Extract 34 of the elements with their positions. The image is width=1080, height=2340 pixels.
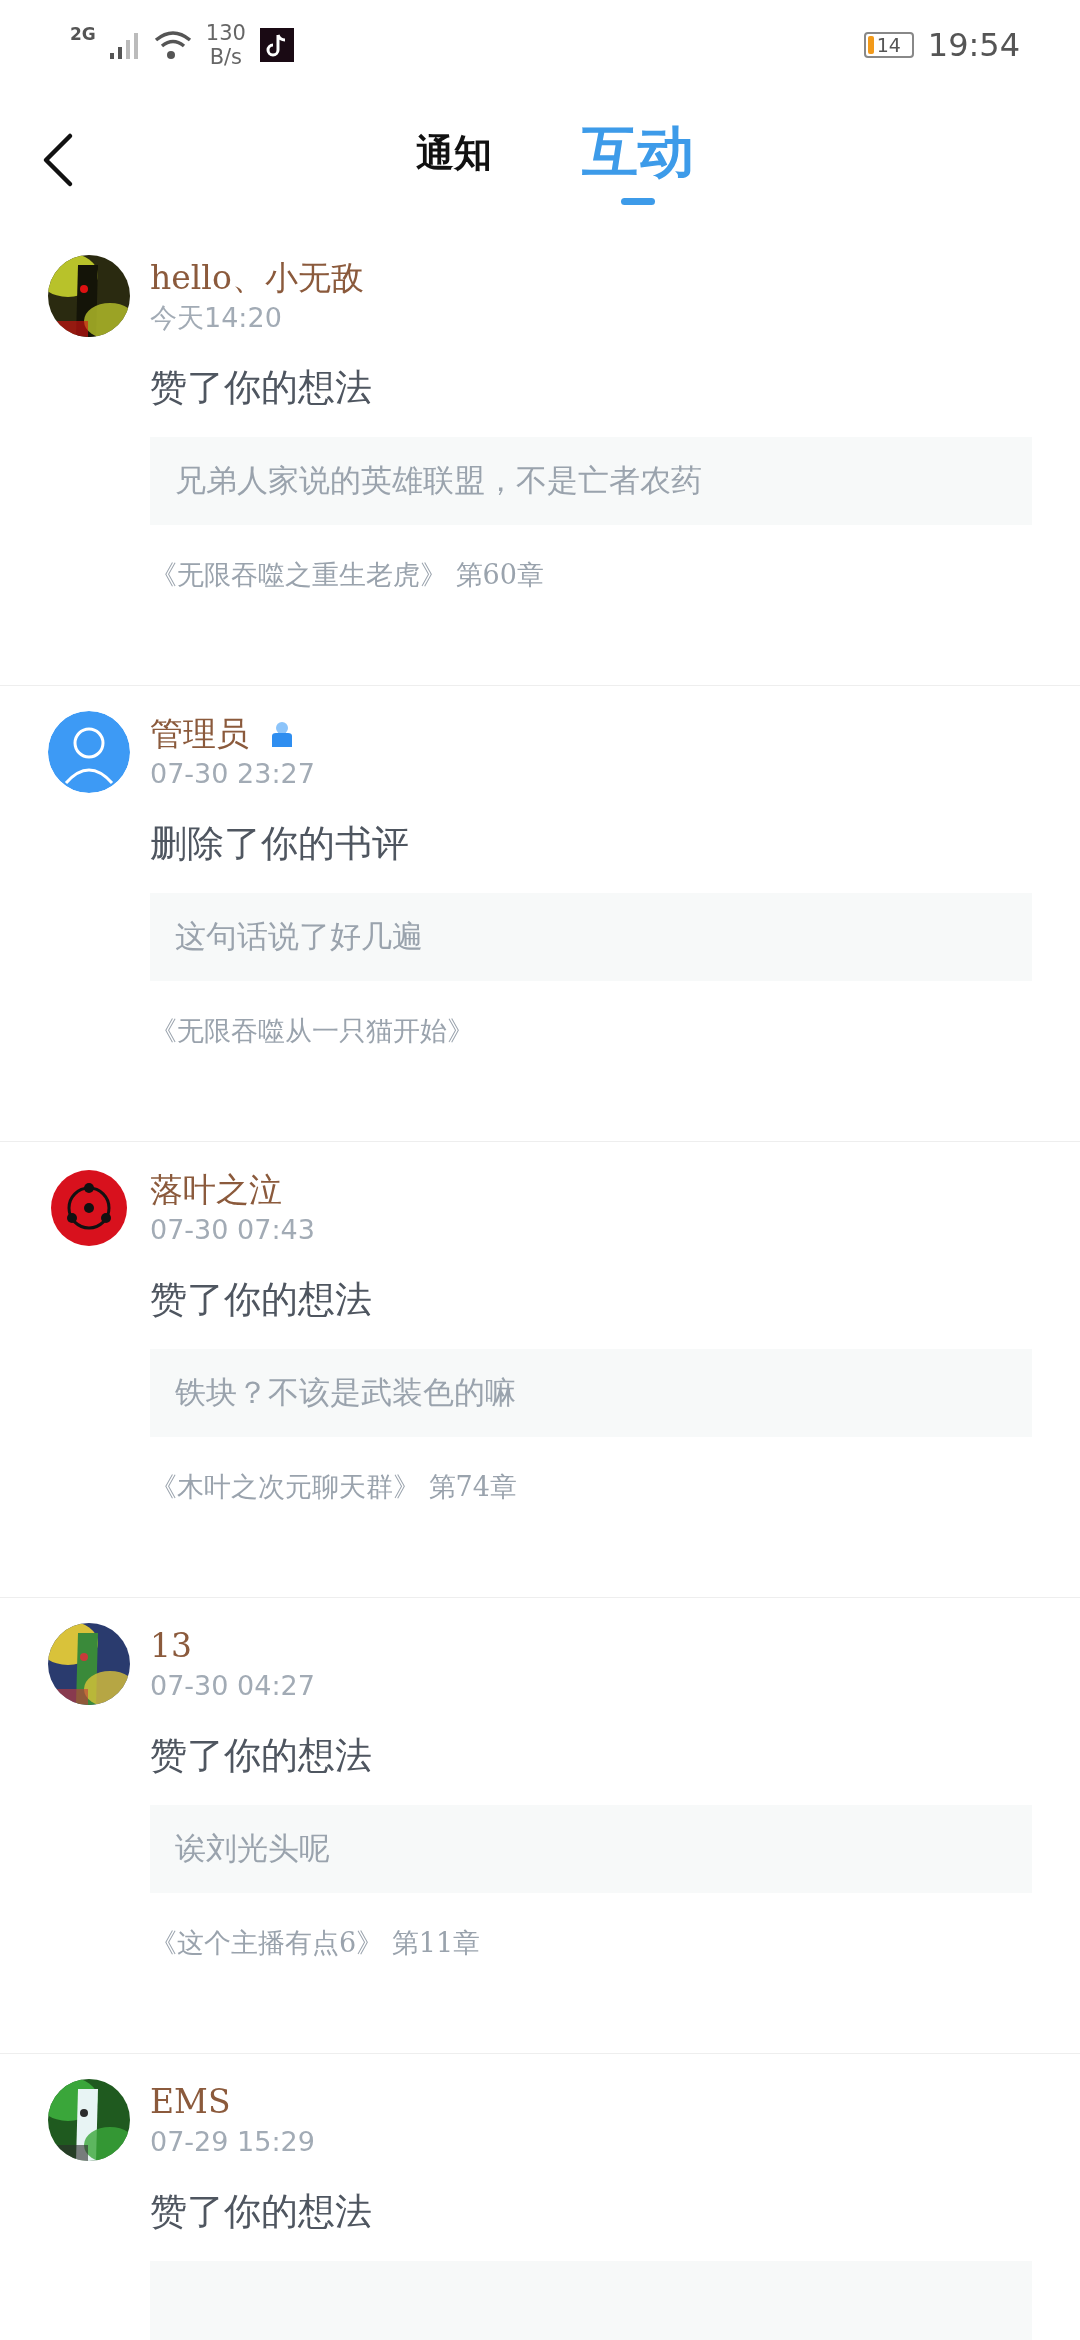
quoted-comment[interactable]: 诶刘光头呢: [150, 1805, 1032, 1893]
signal-icon: [109, 31, 140, 59]
quoted-comment[interactable]: 兄弟人家说的英雄联盟，不是亡者农药: [150, 437, 1032, 525]
quoted-comment[interactable]: 这句话说了好几遍: [150, 893, 1032, 981]
timestamp: 今天14:20: [150, 301, 283, 335]
timestamp: 07-30 23:27: [150, 757, 315, 791]
book-reference[interactable]: 《木叶之次元聊天群》 第74章: [150, 1467, 1032, 1507]
user-name[interactable]: 管理员: [150, 713, 249, 755]
tab[interactable]: 通知: [416, 127, 492, 193]
user-name[interactable]: EMS: [150, 2081, 231, 2123]
book-reference[interactable]: 《无限吞噬从一只猫开始》: [150, 1011, 1032, 1051]
user-name[interactable]: hello、小无敌: [150, 257, 364, 299]
user-name[interactable]: 13: [150, 1625, 192, 1667]
clock: 19:54: [927, 26, 1020, 64]
network-type: 2G: [70, 24, 96, 44]
battery-icon: 14: [863, 32, 914, 58]
action-text: 删除了你的书评: [150, 821, 410, 867]
action-text: 赞了你的想法: [150, 1733, 373, 1779]
action-text: 赞了你的想法: [150, 2189, 373, 2235]
user-icon: [48, 711, 130, 793]
action-text: 赞了你的想法: [150, 1277, 373, 1323]
book-reference[interactable]: 《这个主播有点6》 第11章: [150, 1923, 1032, 1963]
timestamp: 07-30 04:27: [150, 1669, 315, 1703]
tab[interactable]: 互动: [582, 115, 694, 205]
quoted-comment[interactable]: 铁块？不该是武装色的嘛: [150, 1349, 1032, 1437]
admin-icon: [271, 721, 293, 747]
timestamp: 07-30 07:43: [150, 1213, 315, 1247]
timestamp: 07-29 15:29: [150, 2125, 315, 2159]
network-speed: 130 B/s: [205, 21, 246, 69]
app-icon: [259, 28, 294, 62]
action-text: 赞了你的想法: [150, 365, 373, 411]
wifi-icon: [153, 30, 192, 60]
user-name[interactable]: 落叶之泣: [150, 1169, 282, 1211]
book-reference[interactable]: 《无限吞噬之重生老虎》 第60章: [150, 555, 1032, 595]
